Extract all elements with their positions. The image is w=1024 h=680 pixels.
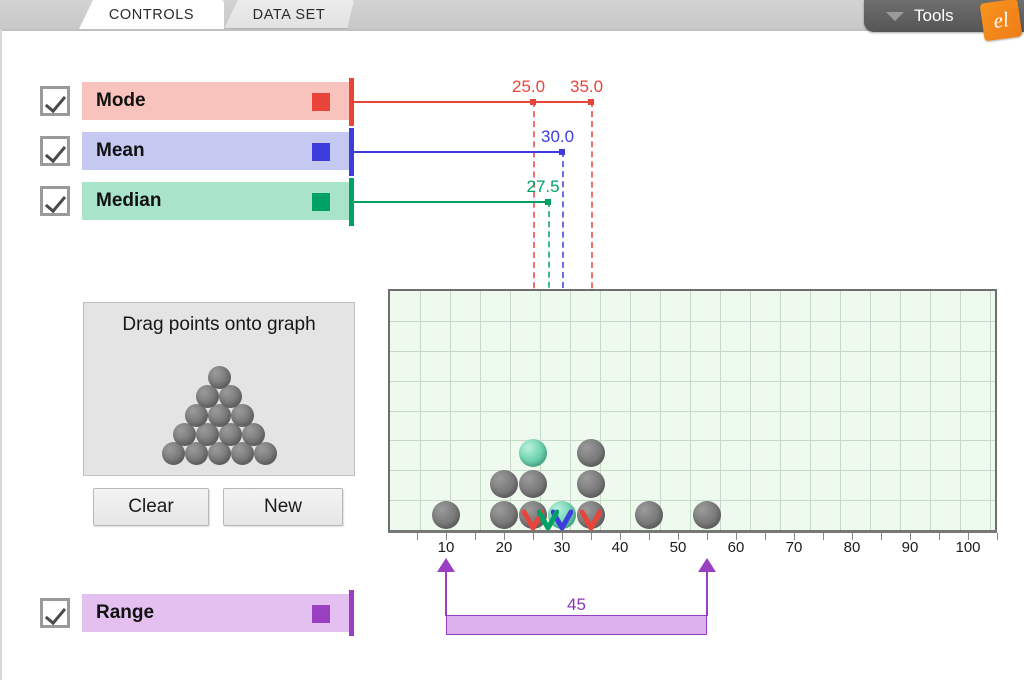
color-swatch-median <box>312 193 330 211</box>
connector-line-median <box>352 201 548 203</box>
marker-dot-mode <box>530 99 536 105</box>
range-stem <box>706 572 708 616</box>
marker-dot-median <box>545 199 551 205</box>
left-rail <box>0 29 2 680</box>
stat-label-median: Median <box>96 190 161 212</box>
grid-line-h <box>390 470 995 471</box>
color-swatch-range <box>312 605 330 623</box>
grid-line-h <box>390 321 995 322</box>
x-tick <box>649 533 650 540</box>
stat-row-mean: Mean <box>40 132 350 170</box>
data-point[interactable] <box>490 470 518 498</box>
x-tick <box>765 533 766 540</box>
x-tick <box>707 533 708 540</box>
stat-band-range[interactable]: Range <box>82 594 350 632</box>
marker-dot-mode <box>588 99 594 105</box>
data-point[interactable] <box>693 501 721 529</box>
data-point[interactable] <box>490 501 518 529</box>
data-point[interactable] <box>519 439 547 467</box>
stat-row-mode: Mode <box>40 82 350 120</box>
chevron-marker-mode <box>580 508 602 532</box>
stat-band-mean[interactable]: Mean <box>82 132 350 170</box>
dot-plot-graph[interactable] <box>388 289 997 532</box>
grid-line-h <box>390 500 995 501</box>
x-axis-label-50: 50 <box>670 539 687 556</box>
x-axis-label-80: 80 <box>844 539 861 556</box>
chevron-marker-median <box>537 508 559 532</box>
value-label-mode-35-0: 35.0 <box>570 77 603 97</box>
stat-label-mean: Mean <box>96 140 145 162</box>
x-axis-label-20: 20 <box>496 539 513 556</box>
stat-row-range: Range <box>40 594 350 632</box>
x-axis-line <box>388 530 997 533</box>
data-point[interactable] <box>519 470 547 498</box>
color-swatch-mean <box>312 143 330 161</box>
connector-line-mode <box>352 101 591 103</box>
x-axis-label-90: 90 <box>902 539 919 556</box>
x-axis-label-10: 10 <box>438 539 455 556</box>
checkbox-mode[interactable] <box>40 86 70 116</box>
x-axis-label-70: 70 <box>786 539 803 556</box>
grid-line-h <box>390 440 995 441</box>
grid-line-h <box>390 411 995 412</box>
stat-row-median: Median <box>40 182 350 220</box>
tab-controls-label: CONTROLS <box>109 7 194 23</box>
data-point[interactable] <box>635 501 663 529</box>
tab-data-set-label: DATA SET <box>253 7 326 23</box>
tab-controls[interactable]: CONTROLS <box>79 0 224 29</box>
grid-horizontal-lines <box>390 291 995 530</box>
range-arrow-up-icon <box>698 558 716 572</box>
value-label-median-27-5: 27.5 <box>527 177 560 197</box>
x-axis-label-100: 100 <box>955 539 980 556</box>
x-axis-label-30: 30 <box>554 539 571 556</box>
range-stem <box>445 572 447 616</box>
data-point[interactable] <box>577 470 605 498</box>
range-value-label: 45 <box>446 595 707 615</box>
clear-button[interactable]: Clear <box>93 488 209 526</box>
drag-points-title: Drag points onto graph <box>84 314 354 336</box>
x-tick <box>997 533 998 540</box>
stat-band-median[interactable]: Median <box>82 182 350 220</box>
data-point[interactable] <box>577 439 605 467</box>
checkbox-median[interactable] <box>40 186 70 216</box>
x-tick <box>475 533 476 540</box>
value-label-mode-25-0: 25.0 <box>512 77 545 97</box>
x-tick <box>939 533 940 540</box>
x-axis-label-40: 40 <box>612 539 629 556</box>
x-tick <box>591 533 592 540</box>
stat-band-mode[interactable]: Mode <box>82 82 350 120</box>
tools-button[interactable]: Tools el <box>864 0 1024 32</box>
checkbox-range[interactable] <box>40 598 70 628</box>
x-axis-label-60: 60 <box>728 539 745 556</box>
x-tick <box>533 533 534 540</box>
stat-label-range: Range <box>96 602 154 624</box>
triangle-down-icon <box>886 12 904 21</box>
value-label-mean-30-0: 30.0 <box>541 127 574 147</box>
connector-line-mean <box>352 151 562 153</box>
tab-data-set[interactable]: DATA SET <box>224 0 354 29</box>
color-swatch-mode <box>312 93 330 111</box>
x-tick <box>881 533 882 540</box>
tools-label: Tools <box>914 6 954 26</box>
explore-learning-logo-icon: el <box>980 0 1023 41</box>
grid-line-h <box>390 351 995 352</box>
x-tick <box>417 533 418 540</box>
data-point[interactable] <box>432 501 460 529</box>
pile-ball[interactable] <box>208 366 231 389</box>
drag-points-panel[interactable]: Drag points onto graph <box>83 302 355 476</box>
range-bar <box>446 615 707 635</box>
x-tick <box>823 533 824 540</box>
new-button[interactable]: New <box>223 488 343 526</box>
marker-dot-mean <box>559 149 565 155</box>
range-arrow-up-icon <box>437 558 455 572</box>
stat-label-mode: Mode <box>96 90 146 112</box>
checkbox-mean[interactable] <box>40 136 70 166</box>
grid-line-h <box>390 381 995 382</box>
